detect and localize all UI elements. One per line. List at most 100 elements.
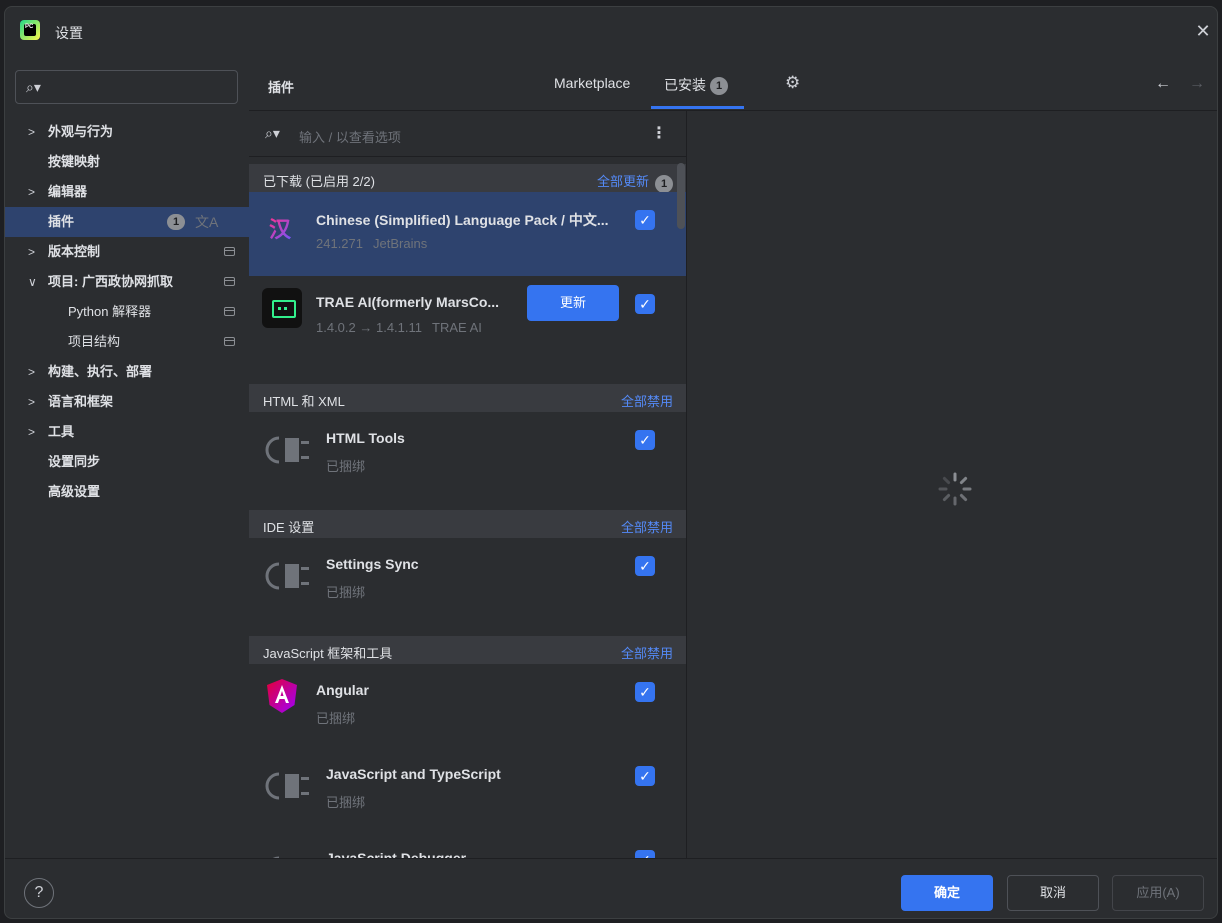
cancel-button[interactable]: 取消 [1007,875,1099,911]
plugins-header: 插件 Marketplace 已安装 1 ⚙ ← → [249,57,1217,111]
plugin-meta: 1.4.0.2 → 1.4.1.11 TRAE AI [316,320,482,335]
plugin-plug-icon [265,562,309,590]
plugin-meta: 241.271 JetBrains [316,236,427,251]
plugin-row-html-tools[interactable]: HTML Tools 已捆绑 ✓ [249,412,686,510]
plugin-name: JavaScript and TypeScript [326,766,501,782]
plugin-search-bar[interactable]: ⌕▾ 输入 / 以查看选项 ⋮ [249,111,686,157]
plugin-name: HTML Tools [326,430,405,446]
plugin-vendor: TRAE AI [432,320,482,335]
sidebar-item-keymap[interactable]: 按键映射 [5,147,249,177]
sidebar-item-languages[interactable]: > 语言和框架 [5,387,249,417]
sidebar-item-label: 外观与行为 [48,124,114,139]
installed-badge: 1 [710,77,728,95]
plugin-enabled-checkbox[interactable]: ✓ [635,766,655,786]
group-header-ide: IDE 设置 全部禁用 [249,510,686,538]
plugin-row-js-ts[interactable]: JavaScript and TypeScript 已捆绑 ✓ [249,748,686,832]
sidebar-item-label: 版本控制 [48,244,101,259]
sidebar-item-project[interactable]: ∨ 项目: 广西政协网抓取 [5,267,249,297]
plugin-enabled-checkbox[interactable]: ✓ [635,850,655,858]
gear-icon[interactable]: ⚙ [785,73,800,93]
update-count-badge: 1 [167,214,185,230]
dialog-footer: ? 确定 取消 应用(A) [5,858,1217,918]
sidebar-item-label: 构建、执行、部署 [48,364,153,379]
plugin-row-angular[interactable]: Angular 已捆绑 ✓ [249,664,686,748]
project-level-icon [224,307,235,316]
plugin-enabled-checkbox[interactable]: ✓ [635,294,655,314]
sidebar-item-editor[interactable]: > 编辑器 [5,177,249,207]
sidebar-item-label: 设置同步 [48,454,101,469]
tab-installed[interactable]: 已安装 1 [664,75,728,95]
project-level-icon [224,337,235,346]
project-level-icon [224,247,235,256]
sidebar-item-build[interactable]: > 构建、执行、部署 [5,357,249,387]
plugin-enabled-checkbox[interactable]: ✓ [635,682,655,702]
active-tab-indicator [651,106,744,109]
plugin-details-pane [687,111,1217,858]
plugin-vendor: JetBrains [373,236,428,251]
group-title: JavaScript 框架和工具 [263,646,393,661]
chevron-right-icon: > [28,425,36,439]
disable-all-link[interactable]: 全部禁用 [621,643,673,662]
plugin-version: 241.271 [316,236,363,251]
settings-dialog: PC 设置 ✕ ⌕▾ > 外观与行为 按键映射 > 编辑器 插件 1 文A > … [4,6,1218,919]
plugin-list-scrollbar[interactable] [677,163,685,229]
group-header-html-xml: HTML 和 XML 全部禁用 [249,384,686,412]
sidebar-item-label: 项目: 广西政协网抓取 [48,274,173,289]
update-button[interactable]: 更新 [527,285,619,321]
sidebar-item-label: 编辑器 [48,184,88,199]
plugin-version: 1.4.0.2 → 1.4.1.11 [316,320,422,335]
chevron-right-icon: > [28,245,36,259]
sidebar-item-project-structure[interactable]: 项目结构 [5,327,249,357]
plugin-status: 已捆绑 [326,795,366,810]
group-title: 已下载 (已启用 2/2) [263,174,375,189]
disable-all-link[interactable]: 全部禁用 [621,391,673,410]
plugin-list: ⌕▾ 输入 / 以查看选项 ⋮ 已下载 (已启用 2/2) 全部更新 1 汉 Ch… [249,111,687,858]
plugin-enabled-checkbox[interactable]: ✓ [635,556,655,576]
apply-button[interactable]: 应用(A) [1112,875,1204,911]
sidebar-item-label: 项目结构 [68,334,121,349]
sidebar-item-label: 语言和框架 [48,394,114,409]
angular-icon [267,679,297,713]
chevron-right-icon: > [28,185,36,199]
sidebar-item-label: 按键映射 [48,154,101,169]
sidebar-item-plugins[interactable]: 插件 1 文A [5,207,249,237]
sidebar-item-vcs[interactable]: > 版本控制 [5,237,249,267]
tab-marketplace[interactable]: Marketplace [554,75,630,91]
disable-all-link[interactable]: 全部禁用 [621,517,673,536]
plugin-row-chinese[interactable]: 汉 Chinese (Simplified) Language Pack / 中… [249,192,686,276]
help-button[interactable]: ? [24,878,54,908]
plugin-name: Settings Sync [326,556,419,572]
plugin-row-js-debugger[interactable]: JavaScript Debugger ✓ [249,832,686,858]
chevron-down-icon: ∨ [28,275,37,289]
sidebar-item-advanced[interactable]: 高级设置 [5,477,249,507]
plugin-row-settings-sync[interactable]: Settings Sync 已捆绑 ✓ [249,538,686,636]
plugin-row-trae[interactable]: TRAE AI(formerly MarsCo... 1.4.0.2 → 1.4… [249,276,686,370]
plugin-name: JavaScript Debugger [326,850,467,858]
pycharm-logo-icon: PC [20,20,40,40]
sidebar-item-label: 工具 [48,424,75,439]
window-title: 设置 [55,25,83,41]
arrow-right-icon: → [1189,75,1205,92]
ok-button[interactable]: 确定 [901,875,993,911]
sidebar-item-tools[interactable]: > 工具 [5,417,249,447]
sidebar-item-label: 高级设置 [48,484,101,499]
plugin-enabled-checkbox[interactable]: ✓ [635,210,655,230]
sidebar-item-settings-sync[interactable]: 设置同步 [5,447,249,477]
trae-ai-icon [262,288,302,328]
plugin-name: Chinese (Simplified) Language Pack / 中文.… [316,212,609,228]
more-options-icon[interactable]: ⋮ [651,123,667,143]
sidebar-item-appearance[interactable]: > 外观与行为 [5,117,249,147]
update-all-link[interactable]: 全部更新 1 [597,171,673,193]
group-header-downloaded: 已下载 (已启用 2/2) 全部更新 1 [249,164,686,193]
plugin-status: 已捆绑 [326,585,366,600]
arrow-left-icon[interactable]: ← [1155,75,1171,93]
sidebar-search-input[interactable]: ⌕▾ [15,70,238,104]
project-level-icon [224,277,235,286]
logo-text: PC [25,24,34,30]
close-icon[interactable]: ✕ [1193,21,1213,41]
plugin-plug-icon [265,436,309,464]
sidebar-item-python-interpreter[interactable]: Python 解释器 [5,297,249,327]
plugin-enabled-checkbox[interactable]: ✓ [635,430,655,450]
plugin-icon-glyph: 汉 [269,217,292,242]
plugin-plug-icon [265,772,309,800]
